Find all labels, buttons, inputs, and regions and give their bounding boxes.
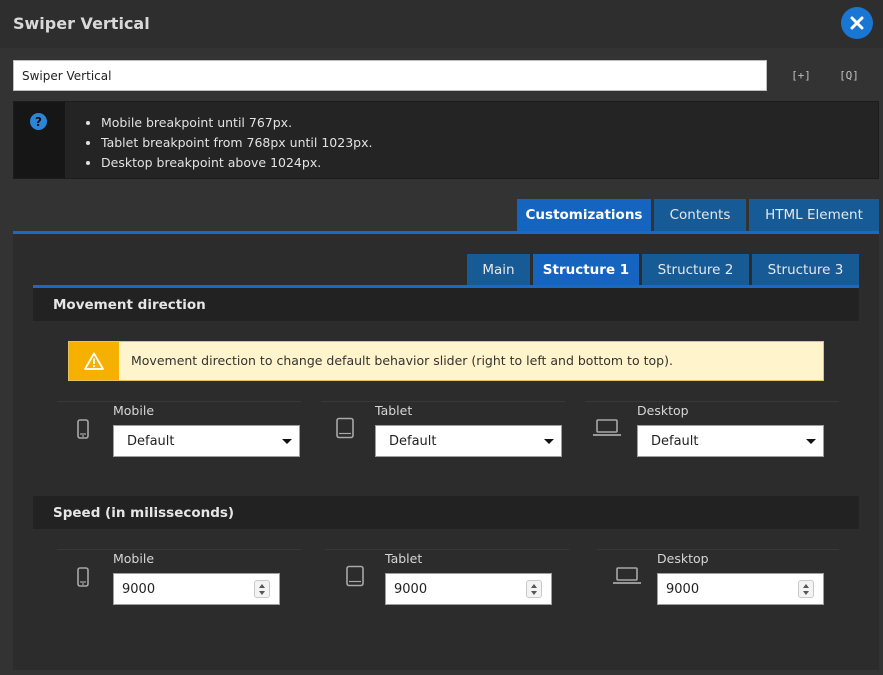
tab-html-element[interactable]: HTML Element	[749, 199, 879, 231]
divider	[57, 549, 301, 550]
input-value: 9000	[666, 581, 700, 597]
tablet-icon	[336, 417, 354, 439]
speed-mobile-input[interactable]: 9000	[113, 573, 280, 605]
divider	[321, 401, 565, 402]
select-value: Default	[651, 433, 699, 449]
number-stepper[interactable]	[254, 580, 270, 598]
list-item: Mobile breakpoint until 767px.	[101, 113, 372, 133]
divider	[57, 401, 301, 402]
preview-button[interactable]: [Q]	[837, 64, 861, 86]
tab-structure-1[interactable]: Structure 1	[533, 254, 639, 286]
tab-structure-2[interactable]: Structure 2	[642, 254, 749, 286]
input-value: 9000	[122, 581, 156, 597]
speed-heading: Speed (in milisseconds)	[33, 496, 859, 529]
number-stepper[interactable]	[798, 580, 814, 598]
select-value: Default	[389, 433, 437, 449]
chevron-down-icon	[806, 439, 816, 444]
movement-desktop-select[interactable]: Default	[637, 425, 824, 457]
speed-tablet-input[interactable]: 9000	[385, 573, 552, 605]
movement-desktop-label: Desktop	[637, 403, 689, 418]
list-item: Desktop breakpoint above 1024px.	[101, 153, 372, 173]
preview-icon: [Q]	[839, 68, 859, 82]
tab-customizations[interactable]: Customizations	[517, 199, 651, 231]
tab-contents[interactable]: Contents	[654, 199, 746, 231]
divider	[597, 549, 839, 550]
window-titlebar: Swiper Vertical	[0, 0, 883, 48]
tab-structure-3[interactable]: Structure 3	[752, 254, 859, 286]
mobile-icon	[77, 419, 89, 439]
movement-mobile-label: Mobile	[113, 403, 155, 418]
select-value: Default	[127, 433, 175, 449]
tab-main[interactable]: Main	[467, 254, 530, 286]
warning-icon	[84, 352, 104, 370]
input-value: 9000	[394, 581, 428, 597]
speed-desktop-label: Desktop	[657, 551, 709, 566]
laptop-icon	[613, 567, 641, 584]
speed-tablet-label: Tablet	[385, 551, 423, 566]
expand-button[interactable]: [+]	[789, 64, 813, 86]
expand-icon: [+]	[791, 68, 811, 82]
chevron-down-icon	[282, 439, 292, 444]
laptop-icon	[593, 419, 621, 436]
alert-text: Movement direction to change default beh…	[131, 353, 673, 368]
window-title: Swiper Vertical	[13, 14, 150, 33]
movement-alert: Movement direction to change default beh…	[68, 341, 824, 381]
list-item: Tablet breakpoint from 768px until 1023p…	[101, 133, 372, 153]
divider	[325, 549, 569, 550]
close-icon	[850, 16, 864, 30]
mobile-icon	[77, 567, 89, 587]
breakpoint-list: Mobile breakpoint until 767px. Tablet br…	[101, 113, 372, 173]
speed-mobile-label: Mobile	[113, 551, 155, 566]
close-button[interactable]	[841, 7, 873, 39]
movement-tablet-label: Tablet	[375, 403, 413, 418]
number-stepper[interactable]	[526, 580, 542, 598]
element-name-input[interactable]	[13, 60, 767, 91]
speed-desktop-input[interactable]: 9000	[657, 573, 824, 605]
divider	[585, 401, 839, 402]
movement-mobile-select[interactable]: Default	[113, 425, 300, 457]
alert-sidebar	[69, 342, 119, 380]
help-sidebar: ?	[14, 102, 65, 178]
movement-direction-heading: Movement direction	[33, 288, 859, 321]
question-icon: ?	[30, 113, 47, 130]
chevron-down-icon	[544, 439, 554, 444]
breakpoint-help-box: ? Mobile breakpoint until 767px. Tablet …	[13, 101, 879, 179]
movement-tablet-select[interactable]: Default	[375, 425, 562, 457]
tablet-icon	[346, 565, 364, 587]
